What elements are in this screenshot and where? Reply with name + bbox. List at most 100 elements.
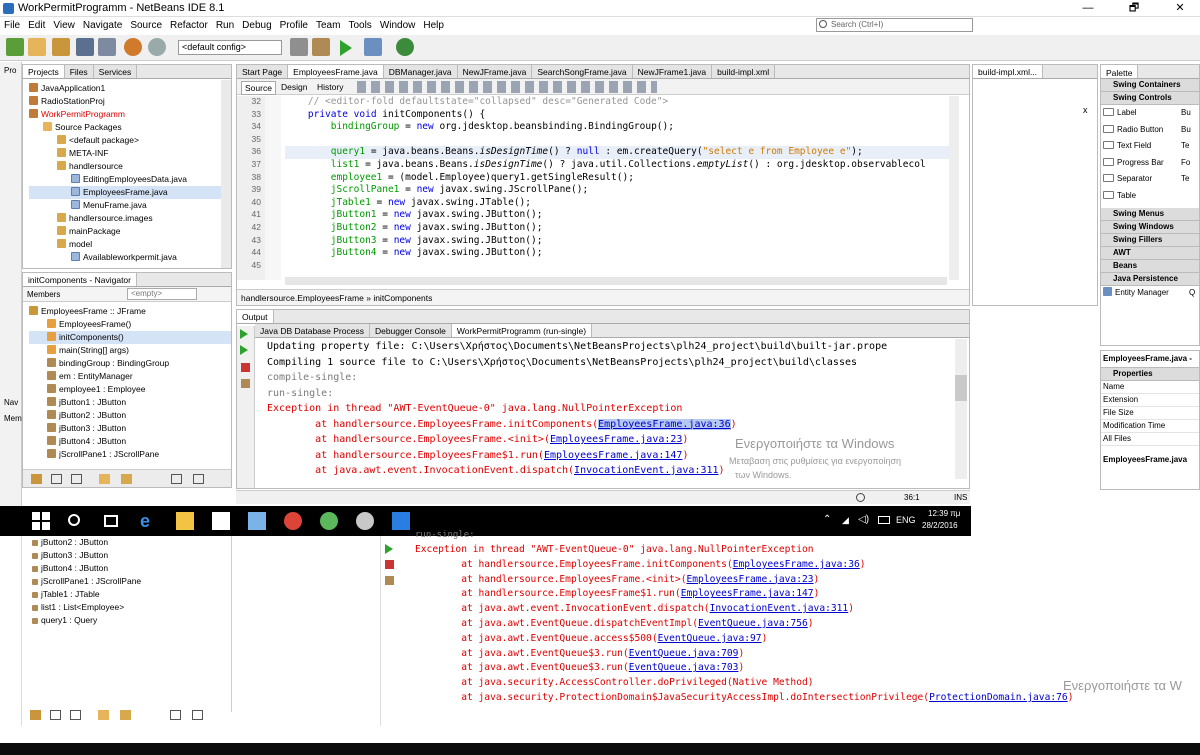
- stacktrace-link[interactable]: EmployeesFrame.java:147: [544, 450, 682, 461]
- stacktrace-link[interactable]: EmployeesFrame.java:36: [733, 559, 860, 570]
- navigator-item[interactable]: jButton1 : JButton: [29, 396, 231, 409]
- menu-tools[interactable]: Tools: [344, 17, 375, 31]
- code-line[interactable]: jButton3 = new javax.swing.JButton();: [285, 235, 949, 248]
- clock-date[interactable]: 28/2/2016: [922, 521, 958, 530]
- mode-source[interactable]: Source: [241, 81, 276, 95]
- menu-source[interactable]: Source: [126, 17, 166, 31]
- windows-start-icon[interactable]: [32, 512, 50, 530]
- property-row[interactable]: Modification Time: [1101, 420, 1199, 433]
- palette-group[interactable]: AWT: [1101, 247, 1199, 260]
- palette-item[interactable]: Fo: [1181, 157, 1190, 169]
- code-line[interactable]: list1 = java.beans.Beans.isDesignTime() …: [285, 159, 949, 172]
- menu-profile[interactable]: Profile: [276, 17, 312, 31]
- code-line[interactable]: bindingGroup = new org.jdesktop.beansbin…: [285, 121, 949, 134]
- editor-tab[interactable]: build-impl.xml: [712, 65, 776, 78]
- side-tab-nav[interactable]: Nav: [4, 398, 18, 407]
- menu-debug[interactable]: Debug: [238, 17, 275, 31]
- file-explorer-icon[interactable]: [176, 512, 194, 530]
- bg-navigator-item[interactable]: jButton2 : JButton: [32, 536, 231, 549]
- palette-item[interactable]: Bu: [1181, 107, 1191, 119]
- navigator-item[interactable]: EmployeesFrame :: JFrame: [29, 305, 231, 318]
- palette-item[interactable]: Table: [1117, 191, 1136, 200]
- sort-name-icon[interactable]: [171, 474, 182, 484]
- minimize-button[interactable]: —: [1072, 0, 1104, 17]
- output-tab[interactable]: Java DB Database Process: [255, 324, 370, 337]
- palette-item[interactable]: Separator: [1117, 174, 1152, 183]
- tab-build-impl[interactable]: build-impl.xml...: [973, 65, 1044, 78]
- code-line[interactable]: private void initComponents() {: [285, 109, 949, 122]
- menu-file[interactable]: File: [0, 17, 24, 31]
- palette-group[interactable]: Swing Containers: [1101, 79, 1199, 92]
- bg-filter-nonpublic-icon[interactable]: [70, 710, 81, 720]
- property-row[interactable]: Name: [1101, 381, 1199, 394]
- bg-navigator-item[interactable]: jTable1 : JTable: [32, 588, 231, 601]
- stacktrace-link[interactable]: InvocationEvent.java:311: [574, 465, 719, 476]
- notification-icon[interactable]: [856, 493, 865, 502]
- property-row[interactable]: Extension: [1101, 394, 1199, 407]
- editor-tab[interactable]: NewJFrame1.java: [632, 65, 713, 78]
- tab-projects[interactable]: Projects: [23, 65, 65, 78]
- menu-edit[interactable]: Edit: [24, 17, 49, 31]
- code-area[interactable]: // <editor-fold defaultstate="collapsed"…: [285, 96, 949, 280]
- bg-filter-fields-icon[interactable]: [30, 710, 41, 720]
- search-input[interactable]: Search (Ctrl+I): [816, 18, 973, 32]
- code-line[interactable]: query1 = java.beans.Beans.isDesignTime()…: [285, 146, 949, 159]
- stacktrace-link[interactable]: EmployeesFrame.java:36: [598, 418, 731, 430]
- redo-icon[interactable]: [148, 38, 166, 56]
- palette-group[interactable]: Beans: [1101, 260, 1199, 273]
- sort-source-icon[interactable]: [193, 474, 204, 484]
- new-project-icon[interactable]: [28, 38, 46, 56]
- stacktrace-link[interactable]: ProtectionDomain.java:76: [929, 692, 1068, 703]
- code-line[interactable]: employee1 = (model.Employee)query1.getSi…: [285, 172, 949, 185]
- stacktrace-link[interactable]: EventQueue.java:97: [658, 633, 762, 644]
- navigator-item[interactable]: initComponents(): [29, 331, 231, 344]
- palette-group[interactable]: Swing Fillers: [1101, 234, 1199, 247]
- tab-services[interactable]: Services: [93, 65, 138, 78]
- stacktrace-link[interactable]: EmployeesFrame.java:23: [686, 574, 813, 585]
- palette-group[interactable]: Swing Controls: [1101, 92, 1199, 105]
- settings-icon[interactable]: [241, 379, 250, 388]
- close-button[interactable]: ✕: [1164, 0, 1196, 17]
- output-title[interactable]: Output: [237, 310, 274, 323]
- palette-item[interactable]: Entity Manager: [1115, 288, 1169, 297]
- open-project-icon[interactable]: [52, 38, 70, 56]
- filter-nonpublic-icon[interactable]: [71, 474, 82, 484]
- bg-filter-inherited-icon[interactable]: [120, 710, 131, 720]
- rerun-icon[interactable]: [240, 329, 248, 339]
- filter-fields-icon[interactable]: [31, 474, 42, 484]
- bg-stop-icon[interactable]: [385, 560, 394, 569]
- navigator-item[interactable]: jButton4 : JButton: [29, 435, 231, 448]
- navigator-item[interactable]: employee1 : Employee: [29, 383, 231, 396]
- filter-static-icon[interactable]: [51, 474, 62, 484]
- stacktrace-link[interactable]: EventQueue.java:703: [629, 662, 739, 673]
- output-vscroll[interactable]: [955, 339, 967, 479]
- palette-item[interactable]: Radio Button: [1117, 125, 1163, 134]
- project-tree-item[interactable]: model: [29, 238, 231, 251]
- palette-group[interactable]: Swing Menus: [1101, 208, 1199, 221]
- bg-sort-name-icon[interactable]: [170, 710, 181, 720]
- breadcrumb-method[interactable]: initComponents: [373, 293, 432, 303]
- palette-group[interactable]: Java Persistence: [1101, 273, 1199, 286]
- palette-group[interactable]: Swing Windows: [1101, 221, 1199, 234]
- filter-inherited-icon[interactable]: [121, 474, 132, 484]
- project-tree-item[interactable]: EmployeesFrame.java: [29, 186, 231, 199]
- menu-team[interactable]: Team: [312, 17, 344, 31]
- palette-item[interactable]: Text Field: [1117, 141, 1151, 150]
- editor-hscroll[interactable]: [285, 277, 947, 285]
- project-tree-item[interactable]: RadioStationProj: [29, 95, 231, 108]
- input-language[interactable]: ENG: [896, 515, 916, 525]
- code-line[interactable]: [285, 260, 949, 273]
- editor-tab[interactable]: SearchSongFrame.java: [532, 65, 633, 78]
- properties-section[interactable]: Properties: [1101, 368, 1199, 381]
- palette-item[interactable]: Q: [1189, 287, 1195, 299]
- navigator-item[interactable]: EmployeesFrame(): [29, 318, 231, 331]
- utorrent-icon[interactable]: [320, 512, 338, 530]
- network-icon[interactable]: ◢: [842, 515, 849, 526]
- projects-scrollbar[interactable]: [221, 80, 231, 268]
- navigator-item[interactable]: jScrollPane1 : JScrollPane: [29, 448, 231, 461]
- project-tree-item[interactable]: EditingEmployeesData.java: [29, 173, 231, 186]
- paint-icon[interactable]: [356, 512, 374, 530]
- code-line[interactable]: jTable1 = new javax.swing.JTable();: [285, 197, 949, 210]
- side-tab-mem[interactable]: Mem: [4, 414, 22, 423]
- menu-window[interactable]: Window: [376, 17, 420, 31]
